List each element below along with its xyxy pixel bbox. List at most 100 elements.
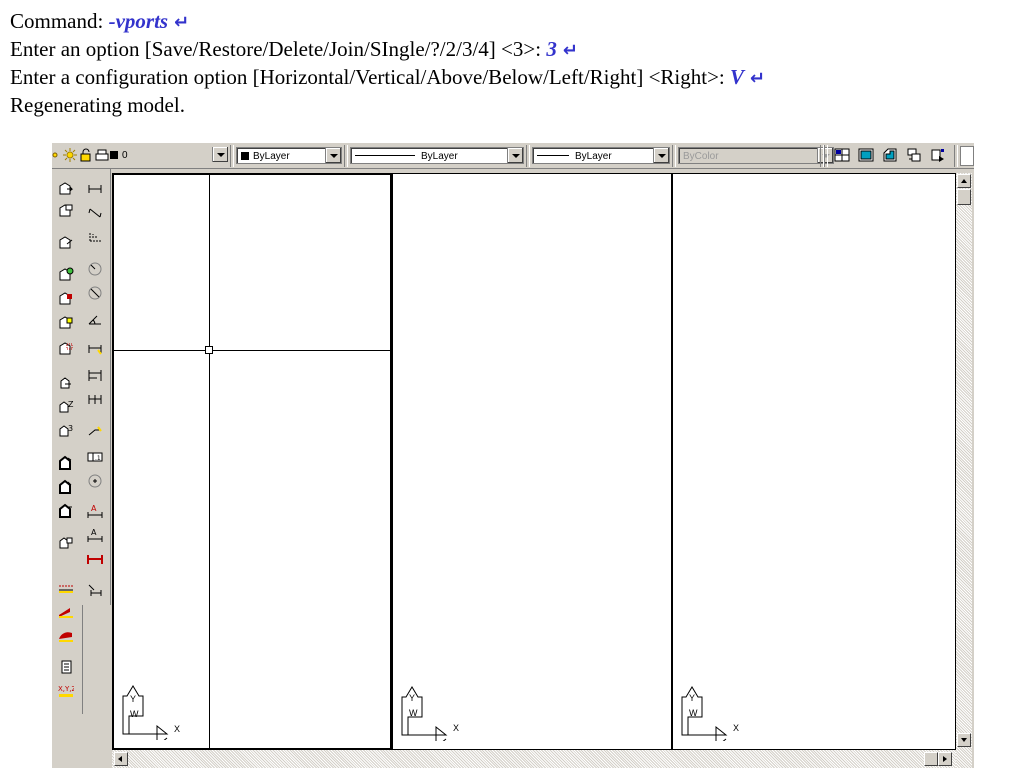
option-prompt: Enter an option [Save/Restore/Delete/Joi…: [10, 37, 547, 61]
ordinate-dim-icon[interactable]: [87, 229, 103, 245]
ucs-icon[interactable]: [58, 375, 74, 391]
view-top-icon[interactable]: [58, 203, 74, 219]
xyz-filter-icon[interactable]: X,Y,Z: [58, 683, 74, 699]
thickness-icon[interactable]: [58, 603, 74, 619]
drawing-area[interactable]: Y W X Y W X Y W X: [112, 173, 956, 750]
chevron-down-icon[interactable]: [212, 147, 228, 162]
linetype-icon[interactable]: [58, 579, 74, 595]
command-line-1: Command: -vports ↵: [10, 8, 1010, 36]
autocad-window: 0 ByLayer ByLayer ByLayer ByColor Z 3 X,…: [52, 143, 974, 768]
scroll-down-icon[interactable]: [957, 733, 971, 747]
horizontal-scroll-thumb[interactable]: [924, 752, 938, 766]
linetype-value: ByLayer: [421, 151, 458, 162]
svg-text:X,Y,Z: X,Y,Z: [58, 685, 74, 693]
color-value: ByLayer: [253, 151, 290, 162]
chevron-down-icon[interactable]: [507, 148, 523, 163]
viewport-dialog-icon[interactable]: [834, 147, 850, 163]
properties-icon[interactable]: [58, 659, 74, 675]
ucs-w-label: W: [130, 709, 139, 719]
render-icon[interactable]: [58, 267, 74, 283]
baseline-dim-icon[interactable]: [87, 367, 103, 383]
command-input: -vports: [108, 9, 169, 33]
elevation-icon[interactable]: [58, 627, 74, 643]
ucs-w-label: W: [409, 708, 418, 718]
scroll-up-icon[interactable]: [957, 174, 971, 188]
diameter-dim-icon[interactable]: [87, 285, 103, 301]
layer-on-icon[interactable]: [52, 147, 62, 163]
ucs-x-label: X: [453, 723, 460, 733]
toolbar-separator: [672, 145, 676, 167]
dim-update-icon[interactable]: [87, 551, 103, 567]
object-properties-toolbar: 0 ByLayer ByLayer ByLayer ByColor: [52, 143, 974, 169]
plot-icon[interactable]: [94, 147, 110, 163]
viewport-scale-field[interactable]: [960, 146, 974, 166]
layer-color-swatch: [110, 151, 118, 159]
lineweight-dropdown[interactable]: ByLayer: [532, 147, 670, 164]
linear-dim-icon[interactable]: [87, 181, 103, 197]
vertical-scrollbar[interactable]: [956, 173, 972, 768]
ucs-z-icon[interactable]: Z: [58, 399, 74, 415]
layer-value: 0: [122, 150, 128, 161]
scroll-left-icon[interactable]: [114, 752, 128, 766]
configuration-input: V: [730, 65, 745, 89]
viewport-scale-icon[interactable]: [930, 147, 946, 163]
dim-edit-icon[interactable]: A: [87, 503, 103, 519]
svg-text:3: 3: [68, 424, 73, 433]
rotate-z-icon[interactable]: [58, 503, 74, 519]
toolbar-separator: [526, 145, 530, 167]
svg-text:.1: .1: [95, 455, 101, 462]
leader-icon[interactable]: [87, 423, 103, 439]
clip-viewport-icon[interactable]: [906, 147, 922, 163]
polygonal-viewport-icon[interactable]: [882, 147, 898, 163]
dim-style-icon[interactable]: [87, 581, 103, 597]
material-icon[interactable]: [58, 315, 74, 331]
plotstyle-dropdown[interactable]: ByColor: [678, 147, 834, 164]
apply-ucs-icon[interactable]: [58, 535, 74, 551]
horizontal-scrollbar[interactable]: [112, 750, 956, 768]
shade-icon[interactable]: [58, 291, 74, 307]
aligned-dim-icon[interactable]: [87, 205, 103, 221]
chevron-down-icon[interactable]: [325, 148, 341, 163]
scroll-right-icon[interactable]: [938, 752, 952, 766]
toolbar-separator: [230, 145, 234, 167]
vertical-scroll-thumb[interactable]: [957, 189, 971, 205]
toolbar-separator: [954, 145, 958, 167]
angular-dim-icon[interactable]: [87, 311, 103, 327]
viewport-middle[interactable]: Y W X: [392, 173, 672, 750]
ucs-y-label: Y: [130, 694, 137, 704]
viewport-right[interactable]: Y W X: [672, 173, 956, 750]
enter-key-icon: ↵: [174, 12, 190, 33]
single-viewport-icon[interactable]: [858, 147, 874, 163]
lineweight-value: ByLayer: [575, 151, 612, 162]
regen-message: Regenerating model.: [10, 93, 185, 117]
command-prompt: Command:: [10, 9, 109, 33]
rotate-y-icon[interactable]: [58, 479, 74, 495]
ucs-w-label: W: [689, 708, 698, 718]
linetype-preview: [355, 155, 415, 156]
region-icon[interactable]: [58, 341, 74, 357]
ucs-view-toolbar: Z 3 X,Y,Z: [52, 169, 83, 714]
toolbar-separator: [344, 145, 348, 167]
ucs-icon: [401, 686, 448, 741]
continue-dim-icon[interactable]: [87, 391, 103, 407]
view-front-icon[interactable]: [58, 181, 74, 197]
color-dropdown[interactable]: ByLayer: [236, 147, 342, 164]
ucs-3point-icon[interactable]: 3: [58, 423, 74, 439]
sun-freeze-icon[interactable]: [62, 147, 78, 163]
svg-text:Z: Z: [68, 400, 74, 409]
linetype-dropdown[interactable]: ByLayer: [350, 147, 524, 164]
radius-dim-icon[interactable]: [87, 261, 103, 277]
viewport-left[interactable]: Y W X: [112, 173, 392, 750]
crosshair-vertical: [209, 175, 210, 748]
view-iso-icon[interactable]: [58, 235, 74, 251]
chevron-down-icon[interactable]: [653, 148, 669, 163]
layer-dropdown[interactable]: 0: [110, 147, 228, 164]
tolerance-icon[interactable]: .1: [87, 449, 103, 465]
center-mark-icon[interactable]: [87, 473, 103, 489]
dim-text-edit-icon[interactable]: A: [87, 527, 103, 543]
rotate-x-icon[interactable]: [58, 455, 74, 471]
quick-dim-icon[interactable]: [87, 341, 103, 357]
lock-icon[interactable]: [78, 147, 94, 163]
color-swatch: [241, 152, 249, 160]
svg-text:A: A: [91, 504, 97, 513]
